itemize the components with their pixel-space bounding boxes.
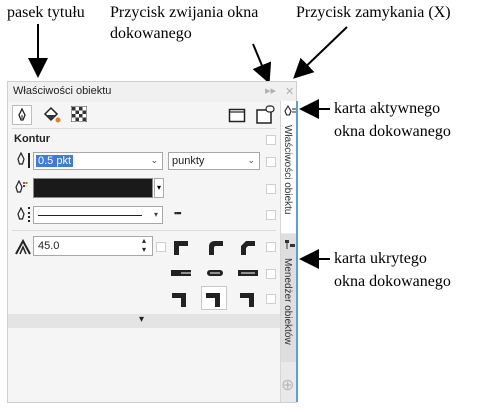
miter-checkbox[interactable] bbox=[156, 242, 166, 252]
close-docker-button[interactable]: ✕ bbox=[285, 85, 294, 98]
line-style-settings-button[interactable]: ▪▪▪ bbox=[174, 208, 182, 218]
miter-limit-field[interactable]: 45.0 ▴ ▾ bbox=[33, 236, 153, 256]
width-checkbox[interactable] bbox=[266, 157, 276, 167]
transparency-tab-button[interactable] bbox=[70, 105, 88, 123]
corner-miter-icon[interactable] bbox=[171, 238, 189, 256]
chevron-down-icon: ⌄ bbox=[247, 155, 255, 165]
arrow-collapse-button bbox=[252, 43, 272, 84]
docker-title-bar[interactable]: Właściwości obiektu ▸▸ bbox=[8, 82, 280, 102]
separator bbox=[12, 230, 276, 231]
line-style-marker-icon bbox=[28, 207, 31, 222]
miter-limit-icon bbox=[15, 239, 31, 255]
corners-checkbox[interactable] bbox=[266, 242, 276, 252]
line-caps-checkbox[interactable] bbox=[266, 269, 276, 279]
object-manager-tab-icon bbox=[285, 240, 295, 249]
section-kontur-label: Kontur bbox=[14, 133, 51, 145]
outline-color-swatch[interactable] bbox=[33, 178, 153, 198]
corner-bevel-icon[interactable] bbox=[238, 238, 256, 256]
collapse-docker-button[interactable]: ▸▸ bbox=[265, 84, 276, 97]
outline-color-dropdown-button[interactable]: ▾ bbox=[154, 178, 164, 198]
chevron-down-icon: ⌄ bbox=[150, 155, 158, 165]
docker-window: Właściwości obiektu ▸▸ ✕ Kontur 0.5 pkt … bbox=[7, 81, 298, 403]
add-docker-button[interactable]: ⊕ bbox=[281, 375, 294, 395]
position-checkbox[interactable] bbox=[266, 294, 276, 304]
position-center-icon bbox=[206, 293, 220, 307]
outline-width-dropdown[interactable]: 0.5 pkt ⌄ bbox=[33, 152, 163, 170]
frame-icon bbox=[228, 108, 246, 123]
corner-round-icon[interactable] bbox=[206, 238, 224, 256]
transparency-checker-icon bbox=[70, 105, 88, 123]
units-dropdown[interactable]: punkty ⌄ bbox=[168, 152, 260, 170]
expand-arrow-icon: ▾ bbox=[139, 314, 145, 325]
section-checkbox[interactable] bbox=[266, 135, 276, 145]
position-inside-icon[interactable] bbox=[239, 290, 257, 308]
line-style-dropdown[interactable]: ▾ bbox=[33, 206, 163, 224]
line-cap-round-icon[interactable] bbox=[204, 268, 226, 278]
expand-section-bar[interactable]: ▾ bbox=[8, 314, 280, 328]
solid-line-preview bbox=[38, 215, 142, 216]
width-marker-icon bbox=[28, 153, 30, 168]
line-cap-square-icon[interactable] bbox=[237, 268, 259, 278]
copy-properties-icon bbox=[256, 105, 275, 124]
copy-properties-button[interactable] bbox=[255, 105, 277, 125]
position-outside-icon[interactable] bbox=[171, 290, 189, 308]
fill-tab-button[interactable] bbox=[42, 105, 62, 125]
pen-outline-icon bbox=[17, 207, 25, 220]
color-checkbox[interactable] bbox=[266, 184, 276, 194]
pen-outline-icon bbox=[17, 152, 25, 165]
object-properties-tab-icon bbox=[284, 105, 296, 116]
tab-object-properties-label: Właściwości obiektu bbox=[282, 125, 293, 215]
pen-outline-icon bbox=[18, 107, 26, 121]
spinner-icon[interactable]: ▴ ▾ bbox=[142, 236, 146, 254]
chevron-down-icon: ▾ bbox=[153, 210, 158, 219]
outline-color-icon bbox=[15, 180, 28, 193]
miter-limit-value: 45.0 bbox=[38, 240, 60, 252]
position-center-button[interactable] bbox=[201, 286, 227, 310]
docker-content: Kontur 0.5 pkt ⌄ punkty ⌄ ▾ ▾ ▪▪▪ 45.0 ▴… bbox=[8, 102, 280, 402]
docker-title: Właściwości obiektu bbox=[13, 85, 112, 97]
arrow-close-button bbox=[293, 26, 348, 79]
tab-object-manager-label: Menedżer obiektów bbox=[282, 258, 293, 345]
frame-button[interactable] bbox=[228, 106, 246, 124]
units-value: punkty bbox=[172, 155, 205, 167]
line-style-checkbox[interactable] bbox=[266, 210, 276, 220]
line-cap-butt-icon[interactable] bbox=[171, 268, 191, 278]
fill-bucket-icon bbox=[43, 106, 61, 123]
active-tab-accent bbox=[296, 101, 298, 402]
outline-tab-button[interactable] bbox=[12, 105, 32, 125]
outline-width-value: 0.5 pkt bbox=[36, 155, 74, 167]
separator bbox=[12, 128, 276, 129]
